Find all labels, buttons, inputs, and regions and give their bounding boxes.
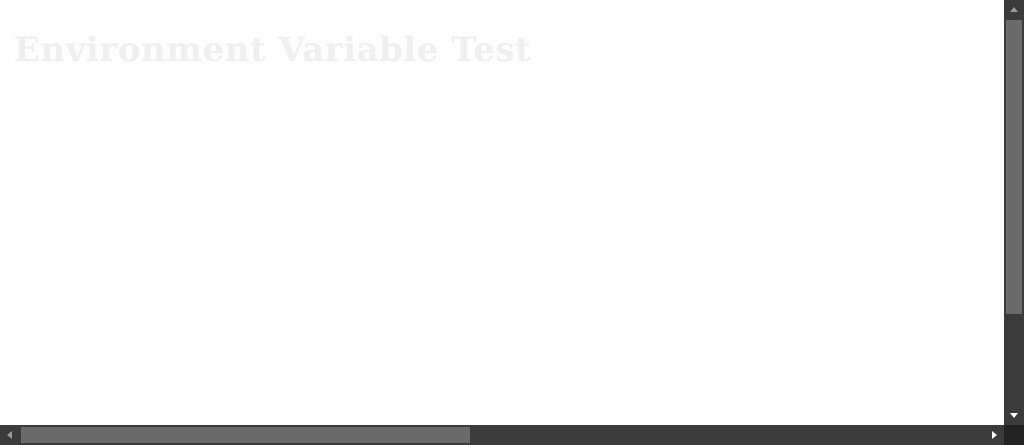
horizontal-scrollbar-thumb[interactable] [21,427,470,443]
triangle-right-icon [992,431,997,439]
scroll-up-button[interactable] [1004,0,1024,20]
scroll-right-button[interactable] [984,425,1004,445]
triangle-up-icon [1010,7,1018,12]
vertical-scrollbar[interactable] [1004,0,1024,425]
vertical-scrollbar-thumb[interactable] [1006,20,1022,314]
triangle-left-icon [7,431,12,439]
page-title: Environment Variable Test [14,30,532,70]
page-viewport: Environment Variable Test [0,0,1004,425]
triangle-down-icon [1010,413,1018,418]
scroll-left-button[interactable] [0,425,20,445]
scrollbar-corner [1004,425,1024,445]
scroll-down-button[interactable] [1004,405,1024,425]
horizontal-scrollbar[interactable] [0,425,1004,445]
